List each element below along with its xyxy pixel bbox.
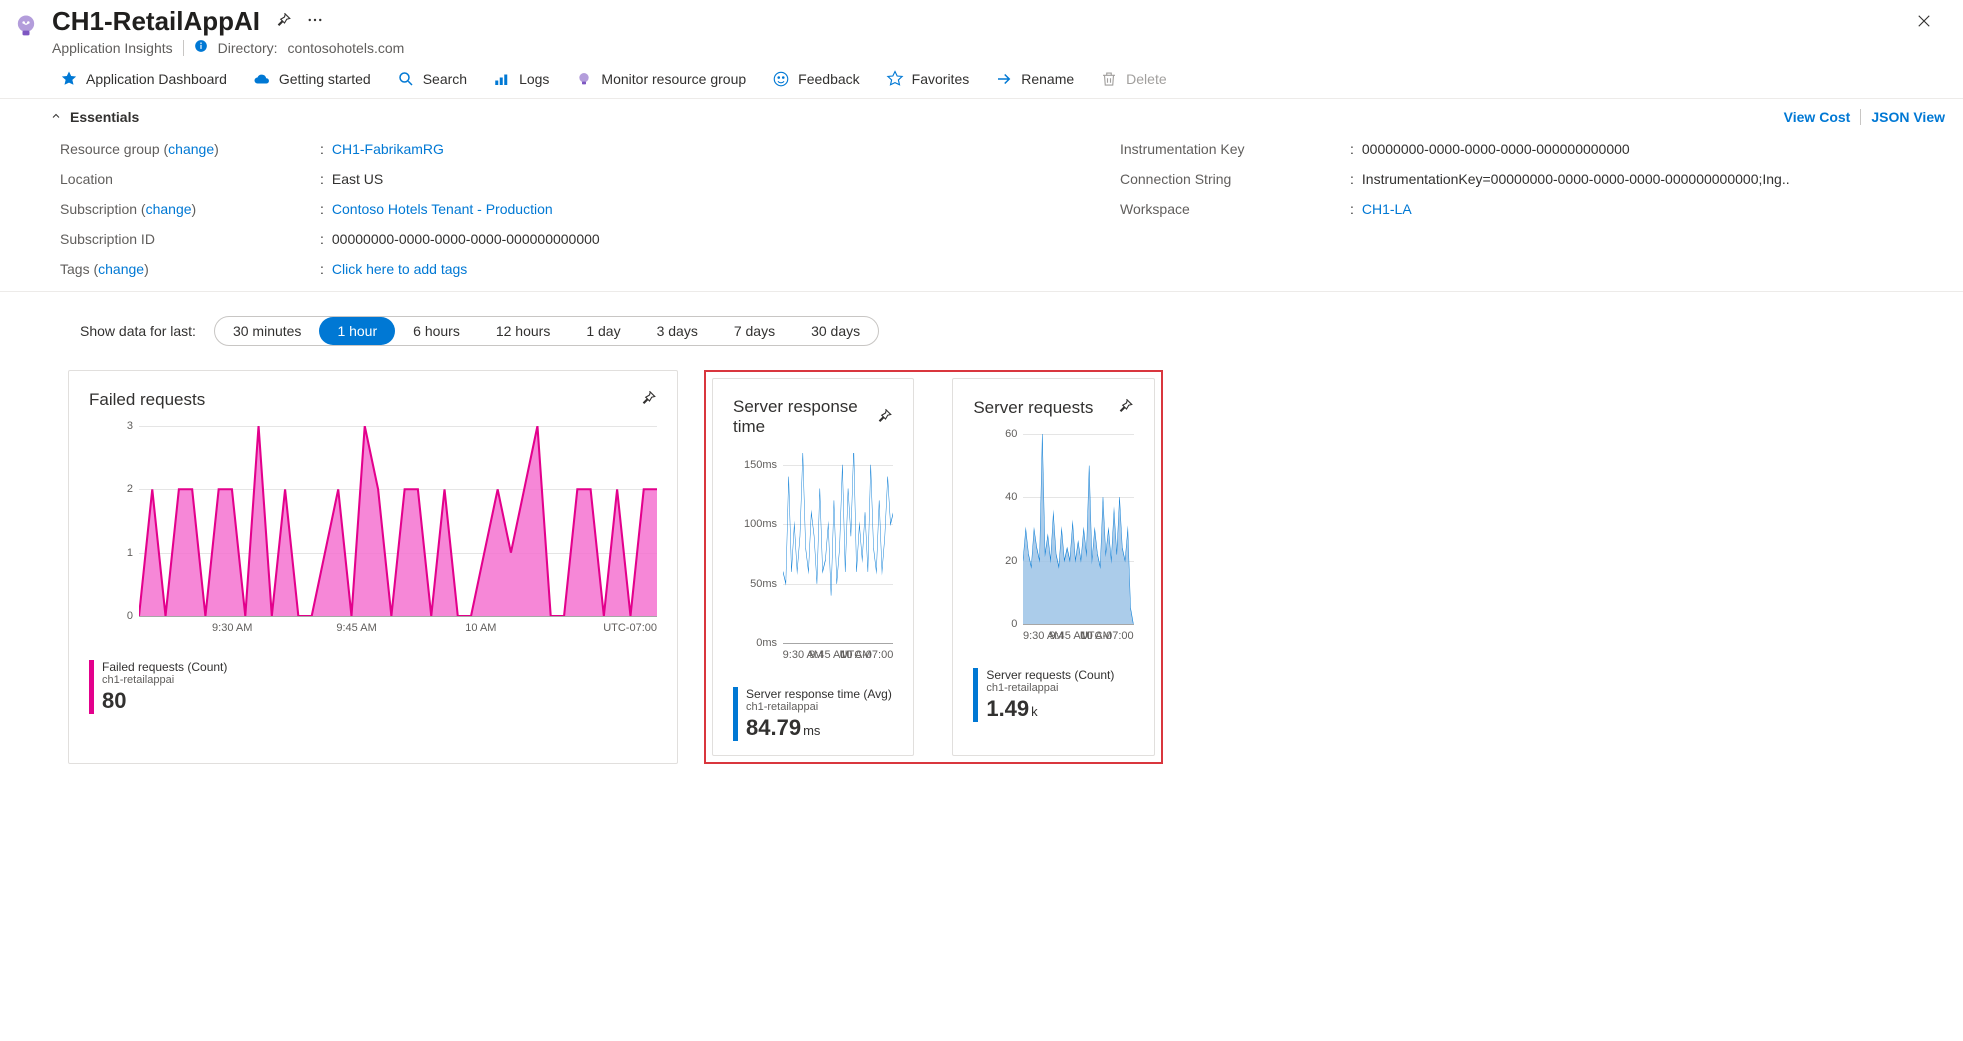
arrow-right-icon [995,70,1013,88]
legend-sub: ch1-retailappai [746,701,892,713]
json-view-link[interactable]: JSON View [1871,109,1945,125]
command-bar: Application Dashboard Getting started Se… [0,56,1963,99]
cmd-rename[interactable]: Rename [995,70,1074,88]
smile-icon [772,70,790,88]
cmd-dashboard[interactable]: Application Dashboard [60,70,227,88]
card-failed-requests: Failed requests 0123 9:30 AM9:45 AM10 AM… [68,370,678,764]
search-icon [397,70,415,88]
ess-subid-label: Subscription ID [60,231,320,247]
chart-requests[interactable]: 0204060 9:30 AM9:45 AM10 AMUTC-07:00 [973,434,1133,654]
chart-response[interactable]: 0ms50ms100ms150ms 9:30 AM9:45 AM10 AMUTC… [733,453,893,673]
legend-value: 84.79ms [746,715,892,741]
legend-color [733,687,738,741]
pin-icon[interactable] [1116,397,1134,418]
ess-ikey-value: 00000000-0000-0000-0000-000000000000 [1350,141,1945,157]
appinsights-icon [10,10,42,42]
cloud-icon [253,70,271,88]
chevron-up-icon[interactable] [50,110,62,125]
star-outline-icon [886,70,904,88]
cmd-search[interactable]: Search [397,70,467,88]
card-title: Server response time [733,397,875,437]
logs-icon [493,70,511,88]
legend-value: 80 [102,688,227,714]
time-pill-1-hour[interactable]: 1 hour [319,317,395,345]
essentials-heading[interactable]: Essentials [70,109,139,125]
ess-ikey-label: Instrumentation Key [1120,141,1350,157]
ess-location-label: Location [60,171,320,187]
divider [183,40,184,56]
legend-value: 1.49k [986,696,1114,722]
cmd-feedback[interactable]: Feedback [772,70,859,88]
time-pill-30-minutes[interactable]: 30 minutes [215,317,319,345]
view-cost-link[interactable]: View Cost [1784,109,1851,125]
close-icon[interactable] [1907,6,1941,40]
page-title: CH1-RetailAppAI [52,6,260,37]
card-response-time: Server response time 0ms50ms100ms150ms 9… [712,378,914,756]
time-range-label: Show data for last: [80,323,196,339]
star-icon [60,70,78,88]
change-link[interactable]: change [146,201,192,217]
pin-icon[interactable] [639,389,657,410]
legend-color [973,668,978,722]
time-pill-6-hours[interactable]: 6 hours [395,317,478,345]
chart-failed[interactable]: 0123 9:30 AM9:45 AM10 AMUTC-07:00 [89,426,657,646]
time-pill-3-days[interactable]: 3 days [639,317,716,345]
time-pill-30-days[interactable]: 30 days [793,317,878,345]
time-pill-1-day[interactable]: 1 day [568,317,638,345]
divider [1860,109,1861,125]
card-title: Server requests [973,398,1093,418]
ess-resource-group-label: Resource group (change) [60,141,320,157]
change-link[interactable]: change [98,261,144,277]
legend-color [89,660,94,714]
highlighted-cards: Server response time 0ms50ms100ms150ms 9… [704,370,1163,764]
bulb-small-icon [575,70,593,88]
directory-label: Directory: [218,40,278,56]
cmd-favorites[interactable]: Favorites [886,70,970,88]
legend-label: Server requests (Count) [986,668,1114,682]
ess-resource-group-value[interactable]: CH1-FabrikamRG [320,141,1120,157]
cmd-delete: Delete [1100,70,1166,88]
time-pill-7-days[interactable]: 7 days [716,317,793,345]
ess-connstr-label: Connection String [1120,171,1350,187]
legend-label: Failed requests (Count) [102,660,227,674]
pin-icon[interactable] [274,11,292,32]
legend-sub: ch1-retailappai [986,682,1114,694]
card-server-requests: Server requests 0204060 9:30 AM9:45 AM10… [952,378,1154,756]
ess-workspace-label: Workspace [1120,201,1350,217]
cmd-logs[interactable]: Logs [493,70,549,88]
directory-value: contosohotels.com [288,40,405,56]
ess-subid-value: 00000000-0000-0000-0000-000000000000 [320,231,1120,247]
legend-label: Server response time (Avg) [746,687,892,701]
legend-sub: ch1-retailappai [102,674,227,686]
ess-subscription-value[interactable]: Contoso Hotels Tenant - Production [320,201,1120,217]
ess-location-value: East US [320,171,1120,187]
pin-icon[interactable] [875,407,893,428]
cmd-getting-started[interactable]: Getting started [253,70,371,88]
ess-workspace-value[interactable]: CH1-LA [1350,201,1945,217]
ess-subscription-label: Subscription (change) [60,201,320,217]
time-pill-12-hours[interactable]: 12 hours [478,317,568,345]
ess-tags-value[interactable]: Click here to add tags [320,261,1945,277]
card-title: Failed requests [89,390,205,410]
info-icon[interactable] [194,39,208,56]
more-icon[interactable] [306,11,324,32]
ess-tags-label: Tags (change) [60,261,320,277]
essentials-grid: Resource group (change) CH1-FabrikamRG I… [0,135,1963,261]
cmd-monitor-rg[interactable]: Monitor resource group [575,70,746,88]
resource-type-label: Application Insights [52,40,173,56]
time-range-pills: 30 minutes1 hour6 hours12 hours1 day3 da… [214,316,879,346]
ess-connstr-value: InstrumentationKey=00000000-0000-0000-00… [1350,171,1945,187]
change-link[interactable]: change [168,141,214,157]
trash-icon [1100,70,1118,88]
